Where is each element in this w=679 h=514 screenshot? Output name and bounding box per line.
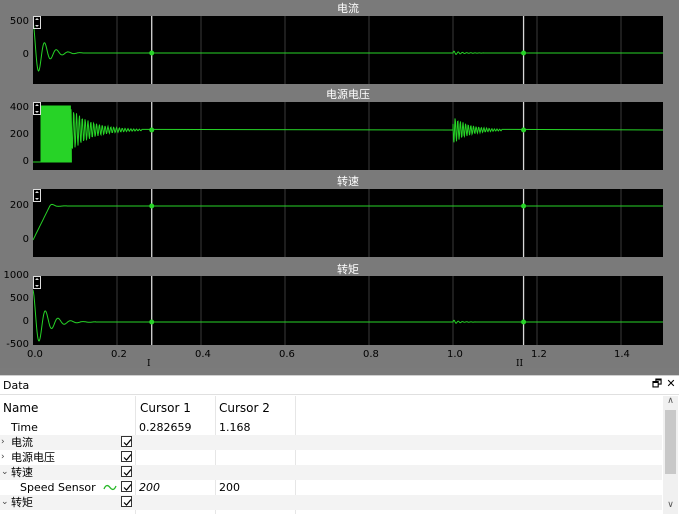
xtick: 0.2 — [111, 349, 127, 360]
plot-title-voltage: 电源电压 — [326, 88, 370, 101]
restore-icon[interactable]: 🗗 — [651, 378, 663, 390]
plot-title-speed: 转速 — [337, 175, 359, 188]
column-header-cursor-2[interactable]: Cursor 2 — [219, 399, 270, 418]
row-name: Time — [11, 421, 38, 434]
waveform-canvas — [33, 16, 663, 84]
plot-title-current: 电流 — [337, 2, 359, 15]
plot-current[interactable] — [33, 16, 663, 84]
visibility-checkbox[interactable] — [121, 481, 132, 492]
cursor-marker — [149, 203, 155, 209]
autoscale-icon[interactable] — [33, 276, 41, 289]
chevron-right-icon[interactable]: › — [1, 435, 5, 450]
data-panel-title: Data — [3, 379, 30, 392]
row-name: 电源电压 — [11, 451, 55, 464]
close-icon[interactable]: ✕ — [665, 378, 677, 390]
data-table: Name Cursor 1 Cursor 2 Time 0.282659 1.1… — [0, 396, 662, 514]
ytick: 0 — [22, 156, 29, 167]
xtick: 0.6 — [279, 349, 295, 360]
data-panel: Data 🗗 ✕ Name Cursor 1 Cursor 2 Time 0.2… — [0, 375, 679, 514]
table-row[interactable]: › 电流 — [0, 435, 662, 450]
ytick: 1000 — [3, 270, 29, 281]
cursor-marker — [149, 319, 155, 325]
xtick: 1.4 — [614, 349, 630, 360]
ytick: 200 — [9, 129, 29, 140]
ytick: 400 — [9, 102, 29, 113]
cursor-1-label[interactable]: I — [147, 359, 151, 369]
row-name: 电流 — [11, 436, 33, 449]
visibility-checkbox[interactable] — [121, 496, 132, 507]
cursor-marker — [149, 127, 155, 133]
scope-area: 电流 500 0 电源电压 400 200 0 转速 200 0 转矩 1000… — [0, 0, 679, 369]
ytick: 500 — [9, 16, 29, 27]
cursor-marker — [521, 50, 527, 56]
plot-speed[interactable] — [33, 189, 663, 257]
table-row[interactable]: Speed Sensor 200 200 — [0, 480, 662, 495]
row-name: 转速 — [11, 466, 33, 479]
cursor-2-label[interactable]: II — [516, 359, 523, 369]
scrollbar-thumb[interactable] — [665, 410, 676, 474]
row-name: Speed Sensor — [20, 481, 96, 494]
visibility-checkbox[interactable] — [121, 466, 132, 477]
plot-torque[interactable] — [33, 276, 663, 345]
row-cursor-1-value: 0.282659 — [139, 421, 192, 434]
waveform-canvas — [33, 189, 663, 257]
row-cursor-2-value: 200 — [219, 481, 240, 494]
chevron-right-icon[interactable]: › — [1, 450, 5, 465]
column-header-name[interactable]: Name — [3, 399, 38, 418]
chevron-down-icon[interactable]: ⌄ — [1, 495, 9, 510]
signal-trace — [33, 21, 663, 72]
cursor-marker — [149, 50, 155, 56]
table-row[interactable]: ⌄ 转矩 — [0, 495, 662, 510]
column-header-cursor-1[interactable]: Cursor 1 — [140, 399, 191, 418]
row-cursor-2-value: 1.168 — [219, 421, 251, 434]
autoscale-icon[interactable] — [33, 189, 41, 202]
row-cursor-1-value: 200 — [139, 481, 160, 494]
scroll-up-icon[interactable]: ∧ — [663, 396, 678, 406]
waveform-canvas — [33, 276, 663, 345]
data-panel-header: Data 🗗 ✕ — [0, 376, 679, 395]
signal-trace — [33, 203, 663, 241]
ytick: -500 — [6, 339, 29, 350]
xtick: 1.0 — [447, 349, 463, 360]
chevron-down-icon[interactable]: ⌄ — [1, 465, 9, 480]
ytick: 0 — [22, 234, 29, 245]
signal-wave-icon — [103, 484, 117, 491]
xtick: 0.0 — [27, 349, 43, 360]
cursor-marker — [521, 203, 527, 209]
visibility-checkbox[interactable] — [121, 451, 132, 462]
row-name: 转矩 — [11, 496, 33, 509]
xtick: 1.2 — [531, 349, 547, 360]
vertical-scrollbar[interactable]: ∧ ∨ — [663, 396, 678, 514]
ytick: 500 — [9, 293, 29, 304]
ytick: 0 — [22, 316, 29, 327]
signal-trace — [33, 105, 663, 163]
visibility-checkbox[interactable] — [121, 436, 132, 447]
ytick: 200 — [9, 200, 29, 211]
table-row[interactable]: › 电源电压 — [0, 450, 662, 465]
autoscale-icon[interactable] — [33, 16, 41, 29]
table-row[interactable]: Time 0.282659 1.168 — [0, 420, 662, 435]
xtick: 0.4 — [195, 349, 211, 360]
scroll-down-icon[interactable]: ∨ — [663, 500, 678, 510]
table-row[interactable]: ⌄ 转速 — [0, 465, 662, 480]
plot-title-torque: 转矩 — [337, 263, 359, 276]
waveform-canvas — [33, 102, 663, 170]
signal-trace — [33, 289, 663, 342]
cursor-marker — [521, 127, 527, 133]
ytick: 0 — [22, 49, 29, 60]
xtick: 0.8 — [363, 349, 379, 360]
cursor-marker — [521, 319, 527, 325]
plot-voltage[interactable] — [33, 102, 663, 170]
autoscale-icon[interactable] — [33, 102, 41, 115]
